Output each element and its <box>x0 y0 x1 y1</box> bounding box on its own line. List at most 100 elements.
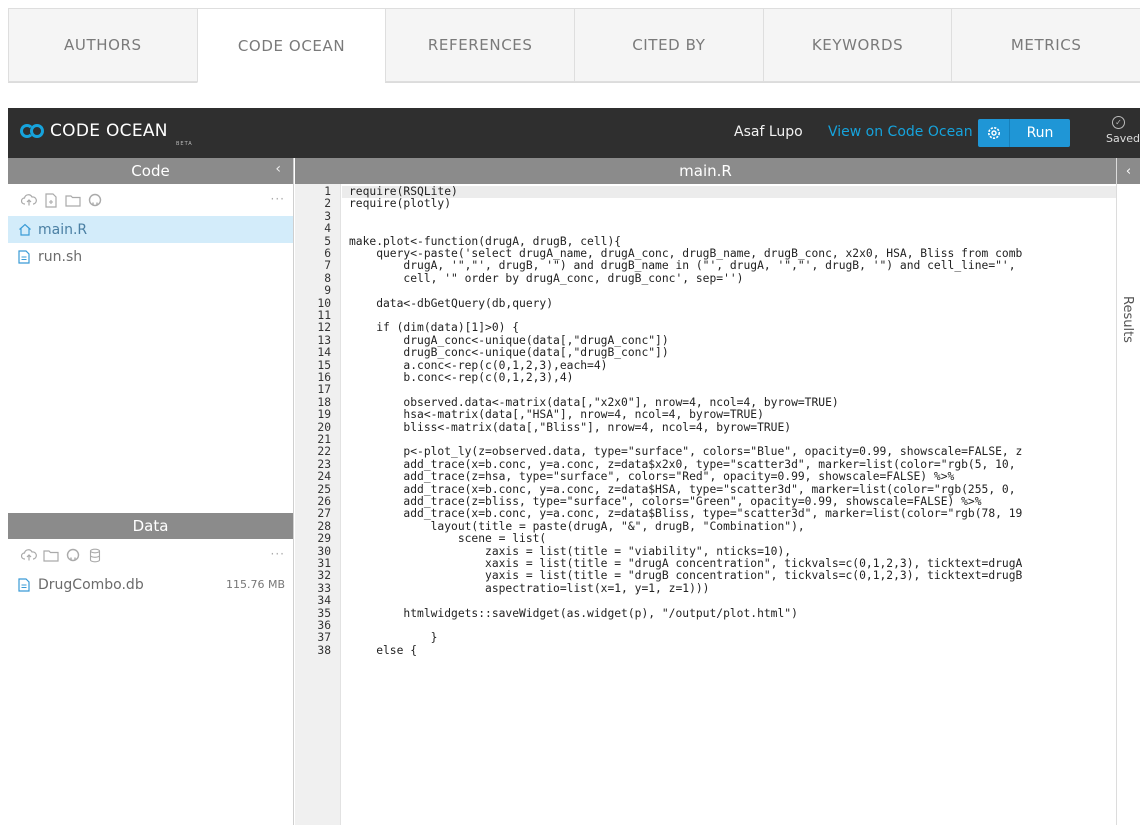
code-text: add_trace(z=hsa, type="surface", colors=… <box>349 470 955 484</box>
tab-references[interactable]: REFERENCES <box>385 8 575 82</box>
cloud-upload-icon[interactable] <box>18 548 40 562</box>
line-number: 7 <box>324 259 331 273</box>
file-item-drugcombo-db[interactable]: DrugCombo.db 115.76 MB <box>8 571 293 598</box>
line-number: 29 <box>317 532 331 546</box>
logo-text: CODE OCEAN <box>50 121 168 141</box>
line-number: 19 <box>317 408 331 422</box>
check-circle-icon: ✓ <box>1112 116 1125 129</box>
code-line[interactable]: 24 add_trace(z=hsa, type="surface", colo… <box>295 470 1116 484</box>
code-line[interactable]: 34 <box>295 594 1116 607</box>
code-ocean-logo[interactable]: CODE OCEAN <box>20 121 168 141</box>
code-line[interactable]: 9 <box>295 284 1116 298</box>
code-editor: main.R 1 require(RSQLite) 2 require(plotly)… <box>295 158 1116 825</box>
code-text: drugA, '","', drugB, '") and drugB_name … <box>349 259 1016 273</box>
more-options-icon[interactable]: ··· <box>271 547 285 561</box>
github-icon[interactable] <box>84 193 106 207</box>
code-text: } <box>349 631 438 645</box>
line-number: 12 <box>317 321 331 335</box>
line-number: 9 <box>324 284 331 298</box>
code-line[interactable]: 19 hsa<-matrix(data[,"HSA"], nrow=4, nco… <box>295 408 1116 422</box>
code-line[interactable]: 32 yaxis = list(title = "drugB concentra… <box>295 569 1116 583</box>
code-text: b.conc<-rep(c(0,1,2,3),4) <box>349 371 574 384</box>
results-toggle[interactable]: Results <box>1120 296 1135 343</box>
code-line[interactable]: 17 <box>295 383 1116 397</box>
view-on-code-ocean-link[interactable]: View on Code Ocean <box>828 124 973 140</box>
code-text: require(plotly) <box>349 197 452 211</box>
code-line[interactable]: 8 cell, '" order by drugA_conc, drugB_co… <box>295 272 1116 285</box>
line-number: 2 <box>324 197 331 211</box>
code-text: bliss<-matrix(data[,"Bliss"], nrow=4, nc… <box>349 420 792 434</box>
data-panel-title: Data <box>132 517 169 535</box>
new-file-icon[interactable] <box>40 192 62 208</box>
code-line[interactable]: 27 add_trace(x=b.conc, y=a.conc, z=data$… <box>295 507 1116 521</box>
tab-metrics[interactable]: METRICS <box>951 8 1140 82</box>
line-number: 4 <box>324 222 331 236</box>
cloud-upload-icon[interactable] <box>18 193 40 207</box>
gear-icon <box>987 127 1000 139</box>
code-text: data<-dbGetQuery(db,query) <box>349 296 554 310</box>
run-button[interactable]: Run <box>1010 119 1070 147</box>
new-folder-icon[interactable] <box>40 549 62 562</box>
tab-code-ocean[interactable]: CODE OCEAN <box>196 8 386 83</box>
line-number: 37 <box>317 631 331 645</box>
code-line[interactable]: 35 htmlwidgets::saveWidget(as.widget(p),… <box>295 606 1116 620</box>
line-number: 17 <box>317 383 331 397</box>
code-text: yaxis = list(title = "drugB concentratio… <box>349 569 1023 583</box>
code-ocean-widget: CODE OCEAN BETA Asaf Lupo View on Code O… <box>8 108 1140 825</box>
code-line[interactable]: 14 drugB_conc<-unique(data[,"drugB_conc"… <box>295 346 1116 360</box>
line-number: 24 <box>317 470 331 484</box>
code-line[interactable]: 7 drugA, '","', drugB, '") and drugB_nam… <box>295 259 1116 273</box>
code-line[interactable]: 22 p<-plot_ly(z=observed.data, type="sur… <box>295 445 1116 458</box>
file-item-main-r[interactable]: main.R <box>8 216 293 243</box>
results-panel: ‹ Results <box>1116 158 1140 825</box>
data-panel: Data ··· DrugCombo.db 115.76 MB <box>8 513 293 598</box>
settings-button[interactable] <box>978 119 1010 147</box>
code-text: drugB_conc<-unique(data[,"drugB_conc"]) <box>349 346 669 360</box>
code-ocean-logo-icon <box>20 124 44 138</box>
new-folder-icon[interactable] <box>62 194 84 207</box>
user-name[interactable]: Asaf Lupo <box>734 124 803 140</box>
file-name: main.R <box>38 221 88 238</box>
active-line-highlight <box>342 186 1116 199</box>
code-line[interactable]: 12 if (dim(data)[1]>0) { <box>295 321 1116 335</box>
data-panel-header: Data <box>8 513 293 539</box>
file-name: run.sh <box>38 248 83 265</box>
file-icon <box>18 249 38 264</box>
line-number: 32 <box>317 569 331 583</box>
top-tab-bar: AUTHORS CODE OCEAN REFERENCES CITED BY K… <box>8 8 1140 83</box>
chevron-left-icon[interactable]: ‹ <box>1117 158 1140 184</box>
line-number: 27 <box>317 507 331 521</box>
tab-authors[interactable]: AUTHORS <box>8 8 197 82</box>
code-panel-title: Code <box>131 162 170 180</box>
github-icon[interactable] <box>62 548 84 562</box>
code-line[interactable]: 3 <box>295 210 1116 223</box>
tab-keywords[interactable]: KEYWORDS <box>762 8 952 82</box>
tab-cited-by[interactable]: CITED BY <box>574 8 763 82</box>
code-area[interactable]: 1 require(RSQLite) 2 require(plotly) 3 4 5 make… <box>295 184 1116 825</box>
code-line[interactable]: 10 data<-dbGetQuery(db,query) <box>295 296 1116 310</box>
beta-badge: BETA <box>176 141 193 147</box>
file-size: 115.76 MB <box>225 578 285 591</box>
file-item-run-sh[interactable]: run.sh <box>8 243 293 270</box>
code-line[interactable]: 20 bliss<-matrix(data[,"Bliss"], nrow=4,… <box>295 420 1116 434</box>
code-line[interactable]: 2 require(plotly) <box>295 197 1116 211</box>
code-line[interactable]: 38 else { <box>295 643 1116 657</box>
home-icon <box>18 223 38 236</box>
more-options-icon[interactable]: ··· <box>271 192 285 206</box>
code-text: add_trace(x=b.conc, y=a.conc, z=data$Bli… <box>349 507 1023 521</box>
left-sidebar: Code ‹ ··· main.R run.sh Data ··· DrugCo… <box>8 158 294 825</box>
code-line[interactable]: 37 } <box>295 631 1116 645</box>
file-name: DrugCombo.db <box>38 576 144 593</box>
saved-status: Saved <box>1106 132 1140 145</box>
database-icon[interactable] <box>84 548 106 563</box>
data-toolbar: ··· <box>8 539 293 571</box>
code-line[interactable]: 16 b.conc<-rep(c(0,1,2,3),4) <box>295 371 1116 384</box>
chevron-left-icon[interactable]: ‹ <box>275 161 281 177</box>
code-text: else { <box>349 643 418 657</box>
code-text: htmlwidgets::saveWidget(as.widget(p), "/… <box>349 606 798 620</box>
code-line[interactable]: 33 aspectratio=list(x=1, y=1, z=1))) <box>295 582 1116 595</box>
line-number: 14 <box>317 346 331 360</box>
app-header: CODE OCEAN BETA Asaf Lupo View on Code O… <box>8 108 1140 158</box>
code-line[interactable]: 29 scene = list( <box>295 532 1116 546</box>
code-line[interactable]: 4 <box>295 222 1116 236</box>
